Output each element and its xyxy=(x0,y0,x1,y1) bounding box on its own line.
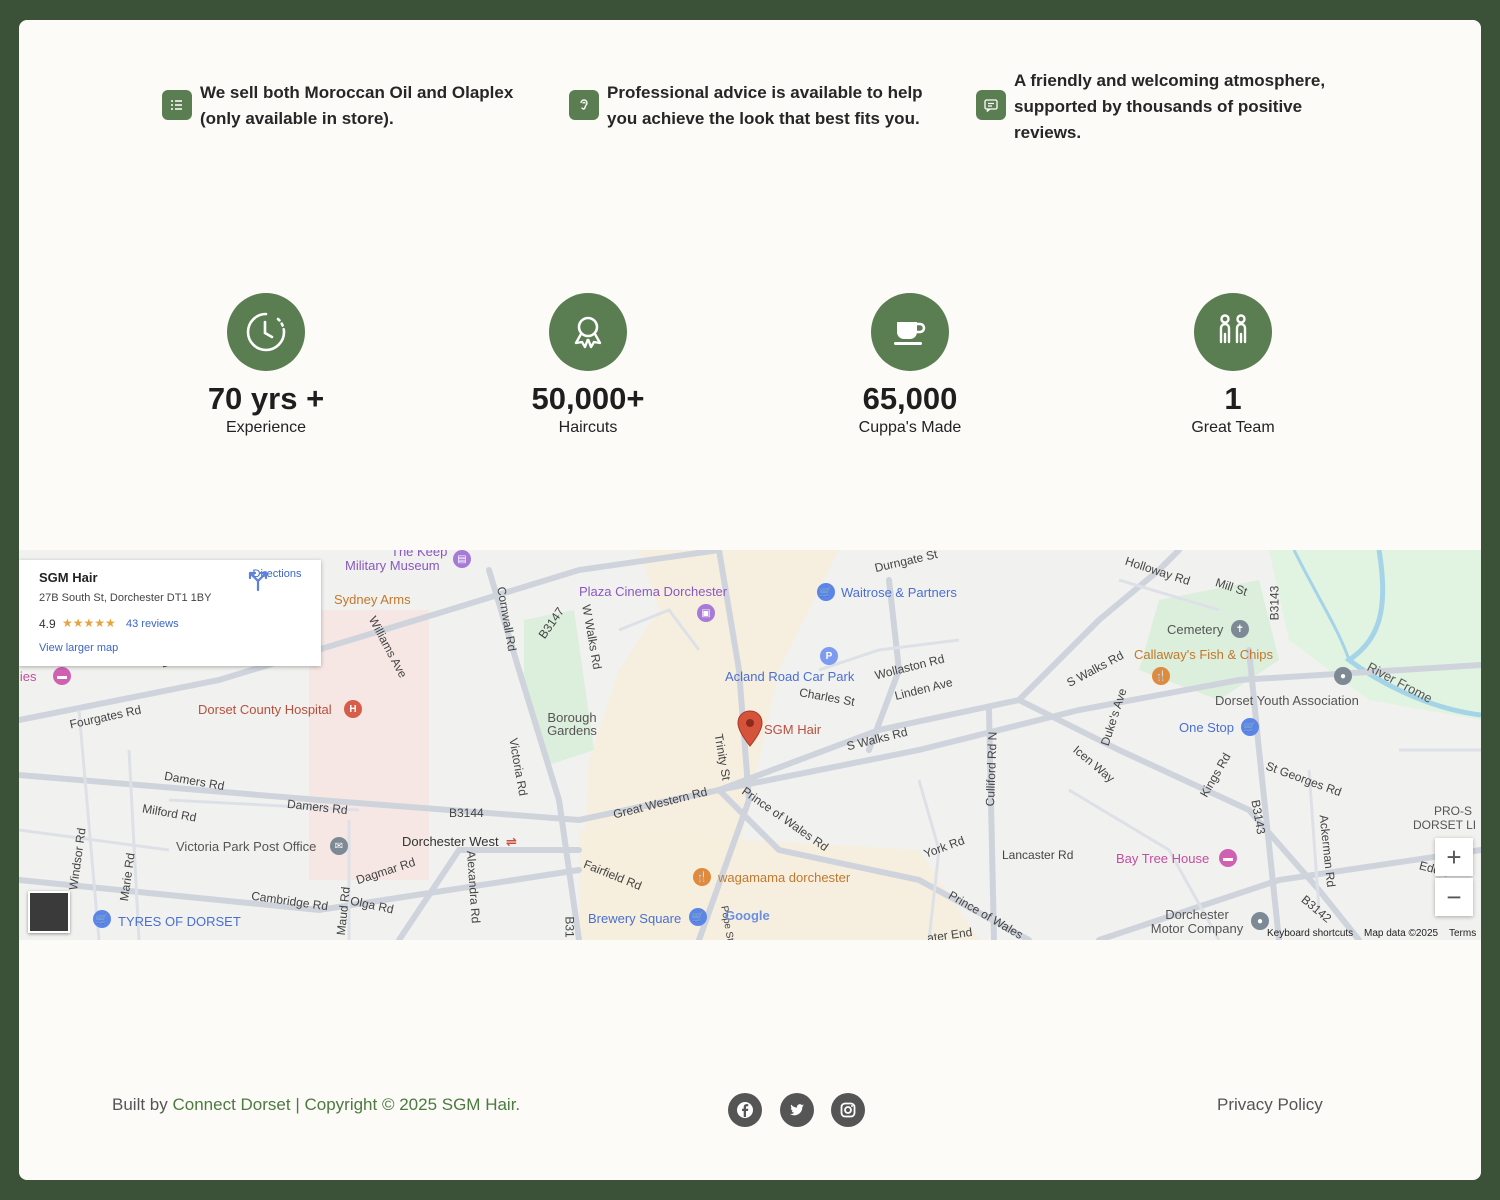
map-label: Sydney Arms xyxy=(334,592,411,607)
shop-pin-icon[interactable]: 🛒 xyxy=(817,583,835,601)
map-label: Brewery Square xyxy=(588,911,682,926)
map-label: wagamama dorchester xyxy=(718,870,851,885)
map-data-text: Map data ©2025 xyxy=(1364,928,1439,939)
footer-credits: Built by Connect Dorset | Copyright © 20… xyxy=(112,1095,520,1115)
place-address: 27B South St, Dorchester DT1 1BY xyxy=(39,592,212,604)
ear-icon xyxy=(569,90,599,120)
map-label: lies xyxy=(19,669,37,684)
map-label: Acland Road Car Park xyxy=(725,669,855,684)
map-label: DORSET LI xyxy=(1413,818,1477,832)
stat-label: Experience xyxy=(225,419,307,436)
copyright-text: | Copyright © 2025 SGM Hair. xyxy=(290,1095,521,1114)
map-label: Plaza Cinema Dorchester xyxy=(579,584,728,599)
restaurant-pin-icon[interactable]: 🍴 xyxy=(693,868,711,886)
marker-label: SGM Hair xyxy=(764,722,822,737)
map-label: Dorchester Motor Company xyxy=(1150,907,1244,936)
zoom-in-button[interactable]: + xyxy=(1435,838,1473,876)
hotel-pin-icon[interactable]: ▬ xyxy=(1219,849,1237,867)
map-label: Military Museum xyxy=(345,558,440,573)
feature-atmosphere: A friendly and welcoming atmosphere, sup… xyxy=(976,68,1336,146)
stat-label: Cuppa's Made xyxy=(858,419,962,436)
map-label: PRO-S xyxy=(1434,804,1473,818)
railway-icon: ⇌ xyxy=(506,834,517,849)
stat-number: 65,000 xyxy=(862,381,958,416)
team-icon xyxy=(1194,293,1272,371)
map-label: Dorset Youth Association xyxy=(1215,693,1359,708)
map-label: Dorset County Hospital xyxy=(198,702,332,717)
stat-number: 50,000+ xyxy=(531,381,645,416)
map-road-label: B3143 xyxy=(1267,585,1282,621)
hospital-pin-icon[interactable]: H xyxy=(344,700,362,718)
google-map[interactable]: The Keep Military Museum ▤ Durngate St H… xyxy=(19,550,1481,940)
cinema-pin-icon[interactable]: ▣ xyxy=(697,604,715,622)
shop-pin-icon[interactable]: 🛒 xyxy=(93,910,111,928)
map-label: Cemetery xyxy=(1167,622,1224,637)
map-label: Borough Gardens xyxy=(547,710,597,738)
feature-advice: Professional advice is available to help… xyxy=(569,80,929,132)
reviews-link[interactable]: 43 reviews xyxy=(126,618,179,630)
hotel-pin-icon[interactable]: ▬ xyxy=(53,667,71,685)
feature-text: A friendly and welcoming atmosphere, sup… xyxy=(1014,71,1326,142)
place-pin-icon[interactable]: ● xyxy=(1334,667,1352,685)
terms-link[interactable]: Terms xyxy=(1449,928,1476,939)
connect-dorset-link[interactable]: Connect Dorset xyxy=(172,1095,290,1114)
stat-experience: 70 yrs + Experience xyxy=(156,293,376,437)
google-logo: Google xyxy=(725,908,770,923)
map-label: TYRES OF DORSET xyxy=(118,914,241,929)
stat-number: 70 yrs + xyxy=(207,381,325,416)
view-larger-map-link[interactable]: View larger map xyxy=(39,642,118,654)
star-rating-icon: ★★★★★ xyxy=(62,616,116,630)
stat-cuppas: 65,000 Cuppa's Made xyxy=(800,293,1020,437)
list-icon xyxy=(162,90,192,120)
restaurant-pin-icon[interactable]: 🍴 xyxy=(1152,667,1170,685)
place-name: SGM Hair xyxy=(39,570,98,585)
stat-team: 1 Great Team xyxy=(1123,293,1343,437)
map-label: Callaway's Fish & Chips xyxy=(1134,647,1274,662)
page-card: We sell both Moroccan Oil and Olaplex (o… xyxy=(19,20,1481,1180)
map-road-label: B31 xyxy=(562,916,577,938)
coffee-cup-icon xyxy=(871,293,949,371)
map-road-label: Culliford Rd N xyxy=(983,731,1000,807)
post-office-pin-icon[interactable]: ✉ xyxy=(330,837,348,855)
instagram-icon[interactable] xyxy=(831,1093,865,1127)
built-by-text: Built by xyxy=(112,1095,168,1114)
feature-products: We sell both Moroccan Oil and Olaplex (o… xyxy=(162,80,522,132)
privacy-policy-link[interactable]: Privacy Policy xyxy=(1217,1095,1323,1115)
place-rating: 4.9 xyxy=(39,617,56,631)
satellite-toggle[interactable] xyxy=(28,891,70,933)
clock-icon xyxy=(227,293,305,371)
stat-label: Great Team xyxy=(1191,419,1275,436)
feature-text: Professional advice is available to help… xyxy=(607,83,923,128)
parking-pin-icon[interactable]: P xyxy=(820,647,838,665)
shop-pin-icon[interactable]: 🛒 xyxy=(689,908,707,926)
cemetery-pin-icon[interactable]: ✝ xyxy=(1231,620,1249,638)
stat-label: Haircuts xyxy=(558,419,618,436)
feature-text: We sell both Moroccan Oil and Olaplex (o… xyxy=(200,83,514,128)
map-label: Waitrose & Partners xyxy=(841,585,957,600)
map-label: Bay Tree House xyxy=(1116,851,1210,866)
map-label: Victoria Park Post Office xyxy=(176,839,317,854)
award-icon xyxy=(549,293,627,371)
map-label: Dorchester West xyxy=(402,834,499,849)
zoom-out-button[interactable]: − xyxy=(1435,878,1473,916)
museum-pin-icon[interactable]: ▤ xyxy=(453,550,471,568)
map-info-card: SGM Hair 27B South St, Dorchester DT1 1B… xyxy=(19,560,321,666)
map-label: One Stop xyxy=(1179,720,1234,735)
keyboard-shortcuts-link[interactable]: Keyboard shortcuts xyxy=(1267,928,1353,939)
map-road-label: Lancaster Rd xyxy=(1002,848,1074,862)
shop-pin-icon[interactable]: 🛒 xyxy=(1241,718,1259,736)
facebook-icon[interactable] xyxy=(728,1093,762,1127)
stat-haircuts: 50,000+ Haircuts xyxy=(478,293,698,437)
map-road-label: B3144 xyxy=(449,806,484,820)
review-icon xyxy=(976,90,1006,120)
twitter-icon[interactable] xyxy=(780,1093,814,1127)
directions-button[interactable]: Directions xyxy=(247,568,307,592)
stat-number: 1 xyxy=(1224,381,1242,416)
